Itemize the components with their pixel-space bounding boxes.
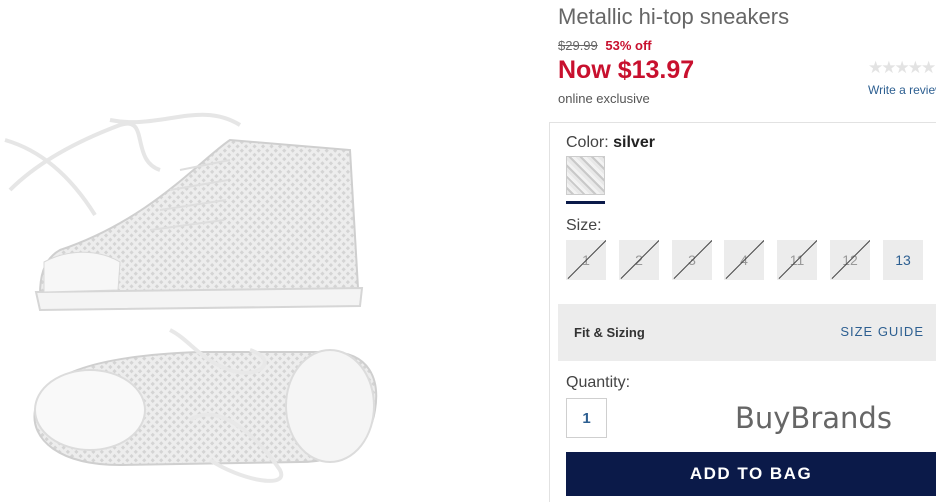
size-option-11[interactable]: 11 <box>777 240 817 280</box>
size-option-label: 11 <box>789 252 805 268</box>
discount-badge: 53% off <box>605 38 652 53</box>
size-option-label: 1 <box>582 252 590 268</box>
color-swatch-silver[interactable] <box>566 156 605 195</box>
fit-sizing-title: Fit & Sizing <box>574 325 645 340</box>
write-review-link[interactable]: Write a review <box>868 83 936 97</box>
sale-price: Now $13.97 <box>558 56 695 84</box>
color-label-text: Color: <box>566 134 609 151</box>
color-label: Color: silver <box>566 134 655 152</box>
quantity-input[interactable] <box>566 398 607 438</box>
quantity-label: Quantity: <box>566 374 631 391</box>
rating-stars: ★★★★★ <box>868 58 936 77</box>
size-option-4[interactable]: 4 <box>724 240 764 280</box>
fit-sizing-section: Fit & Sizing SIZE GUIDE <box>558 296 936 361</box>
size-option-3[interactable]: 3 <box>672 240 712 280</box>
original-price: $29.99 <box>558 38 598 53</box>
size-option-13[interactable]: 13 <box>883 240 923 280</box>
online-exclusive-label: online exclusive <box>558 91 650 106</box>
size-option-2[interactable]: 2 <box>619 240 659 280</box>
size-option-label: 12 <box>842 252 858 268</box>
size-option-label: 3 <box>688 252 696 268</box>
size-option-label: 4 <box>740 252 748 268</box>
size-guide-link[interactable]: SIZE GUIDE <box>840 324 924 339</box>
selected-color-name: silver <box>613 134 655 151</box>
product-title: Metallic hi-top sneakers <box>558 4 790 29</box>
watermark: BuyBrands <box>735 401 892 435</box>
size-option-label: 13 <box>895 252 911 268</box>
size-label: Size: <box>566 217 602 234</box>
size-option-12[interactable]: 12 <box>830 240 870 280</box>
add-to-bag-button[interactable]: ADD TO BAG <box>566 452 936 496</box>
price-line: $29.99 53% off <box>558 38 652 53</box>
swatch-selected-indicator <box>566 201 605 204</box>
product-image <box>0 0 548 501</box>
size-option-label: 2 <box>635 252 643 268</box>
size-option-1[interactable]: 1 <box>566 240 606 280</box>
